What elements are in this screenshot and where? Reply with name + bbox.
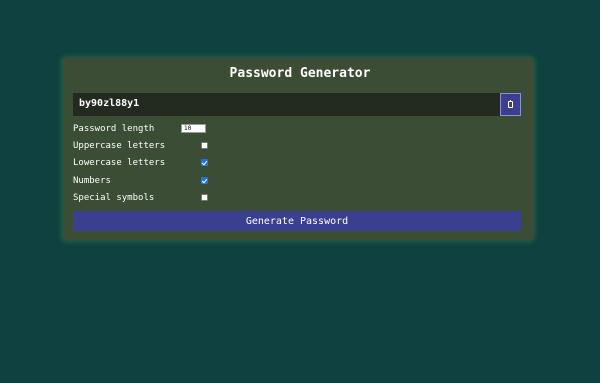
numbers-checkbox[interactable] bbox=[201, 177, 208, 184]
password-text: by90zl88y1 bbox=[79, 98, 140, 109]
uppercase-checkbox[interactable] bbox=[201, 142, 208, 149]
uppercase-label: Uppercase letters bbox=[73, 141, 166, 151]
length-input[interactable]: 10 bbox=[181, 124, 206, 133]
clipboard-icon bbox=[508, 100, 513, 108]
lowercase-label: Lowercase letters bbox=[73, 158, 166, 168]
generate-password-button[interactable]: Generate Password bbox=[73, 211, 521, 231]
copy-button[interactable] bbox=[500, 93, 521, 116]
uppercase-row: Uppercase letters bbox=[73, 140, 223, 152]
page-title: Password Generator bbox=[229, 66, 371, 81]
lowercase-checkbox[interactable] bbox=[201, 159, 208, 166]
numbers-label: Numbers bbox=[73, 176, 111, 186]
lowercase-row: Lowercase letters bbox=[73, 157, 223, 169]
length-label: Password length bbox=[73, 124, 155, 134]
symbols-label: Special symbols bbox=[73, 193, 155, 203]
password-result: by90zl88y1 bbox=[73, 93, 521, 116]
numbers-row: Numbers bbox=[73, 175, 223, 187]
symbols-checkbox[interactable] bbox=[201, 194, 208, 201]
symbols-row: Special symbols bbox=[73, 192, 223, 204]
